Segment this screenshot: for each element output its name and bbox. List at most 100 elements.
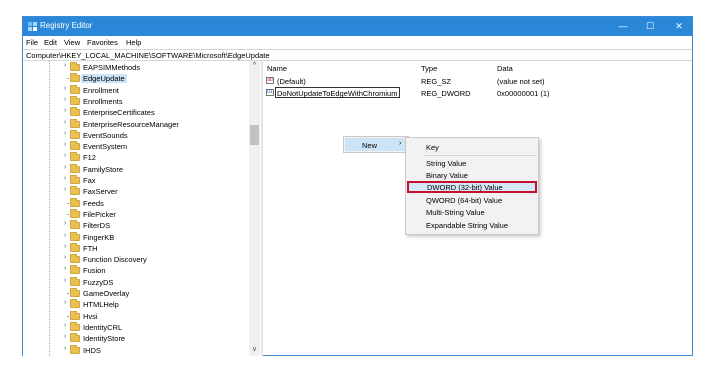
expand-chevron-icon[interactable]: › bbox=[64, 254, 66, 261]
address-bar[interactable]: Computer\HKEY_LOCAL_MACHINE\SOFTWARE\Mic… bbox=[23, 49, 692, 61]
submenu-item-label: Binary Value bbox=[426, 171, 468, 180]
expand-chevron-icon[interactable]: › bbox=[64, 152, 66, 159]
submenu-item-dword-value[interactable]: DWORD (32-bit) Value bbox=[407, 181, 537, 193]
tree-item[interactable]: › HTMLHelp bbox=[23, 299, 249, 310]
tree-item[interactable]: › EventSystem bbox=[23, 141, 249, 152]
tree-item[interactable]: › EnterpriseCertificates bbox=[23, 107, 249, 118]
scroll-up-icon[interactable]: ^ bbox=[249, 61, 260, 71]
tree-item[interactable]: › F12 bbox=[23, 152, 249, 163]
folder-icon bbox=[70, 107, 80, 117]
address-path[interactable]: Computer\HKEY_LOCAL_MACHINE\SOFTWARE\Mic… bbox=[26, 51, 270, 60]
submenu-item-label: QWORD (64-bit) Value bbox=[426, 196, 503, 205]
tree-item[interactable]: › FaxServer bbox=[23, 186, 249, 197]
folder-icon bbox=[70, 186, 80, 196]
submenu-item-string-value[interactable]: String Value bbox=[406, 157, 538, 169]
expand-chevron-icon[interactable]: › bbox=[64, 232, 66, 239]
tree-item-label: EnterpriseCertificates bbox=[83, 108, 155, 118]
maximize-button[interactable]: ☐ bbox=[643, 20, 657, 32]
folder-icon bbox=[70, 276, 80, 286]
folder-icon bbox=[70, 288, 80, 297]
minimize-button[interactable]: — bbox=[616, 20, 630, 32]
folder-icon bbox=[70, 197, 80, 207]
expand-chevron-icon[interactable]: › bbox=[64, 186, 66, 193]
tree-item[interactable]: › IdentityStore bbox=[23, 333, 249, 344]
tree-item[interactable]: › EventSounds bbox=[23, 129, 249, 141]
menu-favorites[interactable]: Favorites bbox=[87, 38, 118, 47]
expand-chevron-icon[interactable]: › bbox=[64, 265, 66, 272]
menu-help[interactable]: Help bbox=[126, 38, 141, 47]
folder-icon bbox=[70, 129, 80, 139]
tree-item[interactable]: › IHDS bbox=[23, 344, 249, 356]
folder-icon bbox=[70, 141, 80, 151]
expand-chevron-icon[interactable]: › bbox=[64, 107, 66, 114]
scroll-down-icon[interactable]: v bbox=[249, 345, 260, 355]
value-row[interactable]: ab (Default) REG_SZ (value not set) bbox=[264, 75, 694, 87]
registry-editor-window: Registry Editor — ☐ ✕ File Edit View Fav… bbox=[22, 16, 693, 356]
menu-edit[interactable]: Edit bbox=[44, 38, 57, 47]
folder-icon bbox=[70, 344, 80, 354]
column-header-type[interactable]: Type bbox=[421, 64, 437, 73]
tree-item[interactable]: › FTH bbox=[23, 242, 249, 254]
expand-chevron-icon[interactable]: › bbox=[64, 220, 66, 227]
value-data: 0x00000001 (1) bbox=[497, 89, 550, 98]
title-bar[interactable]: Registry Editor — ☐ ✕ bbox=[23, 17, 692, 36]
folder-icon bbox=[70, 62, 80, 71]
tree-item[interactable]: Hvsi bbox=[23, 310, 249, 322]
submenu-item-label: Multi-String Value bbox=[426, 208, 485, 217]
column-header-name[interactable]: Name bbox=[267, 64, 287, 73]
tree-item[interactable]: › Fax bbox=[23, 175, 249, 186]
tree-item[interactable]: EdgeUpdate bbox=[23, 73, 249, 84]
expand-chevron-icon[interactable]: › bbox=[64, 299, 66, 306]
close-button[interactable]: ✕ bbox=[672, 20, 686, 32]
scroll-thumb[interactable] bbox=[250, 125, 259, 145]
tree-item[interactable]: › IdentityCRL bbox=[23, 321, 249, 333]
tree-item-label: EventSounds bbox=[83, 130, 128, 140]
tree-item[interactable]: › FamilyStore bbox=[23, 163, 249, 175]
column-header-data[interactable]: Data bbox=[497, 64, 513, 73]
tree-item[interactable]: › EAPSIMMethods bbox=[23, 62, 249, 73]
tree-item-label: HTMLHelp bbox=[83, 300, 119, 310]
expand-chevron-icon[interactable]: › bbox=[64, 130, 66, 137]
expand-chevron-icon[interactable]: › bbox=[64, 119, 66, 126]
expand-chevron-icon[interactable]: › bbox=[64, 322, 66, 329]
submenu-item-binary-value[interactable]: Binary Value bbox=[406, 169, 538, 181]
tree-item[interactable]: › FuzzyDS bbox=[23, 276, 249, 288]
submenu-item-multi-string-value[interactable]: Multi-String Value bbox=[406, 206, 538, 218]
expand-chevron-icon[interactable]: › bbox=[64, 141, 66, 148]
menu-view[interactable]: View bbox=[64, 38, 80, 47]
tree-item[interactable]: › Enrollment bbox=[23, 84, 249, 96]
tree-item[interactable]: Feeds bbox=[23, 197, 249, 209]
context-menu-new-label[interactable]: New bbox=[362, 141, 377, 150]
expand-chevron-icon[interactable]: › bbox=[64, 164, 66, 171]
submenu-item-label: Key bbox=[426, 143, 439, 152]
expand-chevron-icon[interactable]: › bbox=[64, 277, 66, 284]
value-row[interactable]: 01 DoNotUpdateToEdgeWithChromium REG_DWO… bbox=[264, 87, 694, 99]
key-tree-pane[interactable]: › EAPSIMMethods EdgeUpdate › Enrollment › Enro… bbox=[23, 61, 261, 356]
tree-item[interactable]: › Fusion bbox=[23, 265, 249, 276]
folder-icon bbox=[70, 84, 80, 94]
expand-chevron-icon[interactable]: › bbox=[64, 243, 66, 250]
tree-item[interactable]: › EnterpriseResourceManager bbox=[23, 118, 249, 130]
tree-item[interactable]: FilePicker bbox=[23, 208, 249, 220]
tree-item[interactable]: GameOverlay bbox=[23, 288, 249, 299]
tree-item[interactable]: › FilterDS bbox=[23, 220, 249, 231]
tree-item[interactable]: › FingerKB bbox=[23, 231, 249, 243]
tree-item[interactable]: › Enrollments bbox=[23, 95, 249, 107]
expand-chevron-icon[interactable]: › bbox=[64, 85, 66, 92]
tree-item-label: Enrollments bbox=[83, 96, 123, 106]
submenu-item-key[interactable]: Key bbox=[406, 141, 538, 153]
expand-chevron-icon[interactable]: › bbox=[64, 345, 66, 352]
tree-scrollbar[interactable]: ^ v bbox=[249, 61, 260, 356]
rename-value-input[interactable]: DoNotUpdateToEdgeWithChromium bbox=[275, 87, 400, 98]
expand-chevron-icon[interactable]: › bbox=[64, 175, 66, 182]
submenu-item-expandable-string-value[interactable]: Expandable String Value bbox=[406, 219, 538, 231]
pane-splitter[interactable] bbox=[261, 61, 263, 356]
expand-chevron-icon[interactable]: › bbox=[64, 333, 66, 340]
submenu-item-qword-value[interactable]: QWORD (64-bit) Value bbox=[406, 194, 538, 206]
menu-file[interactable]: File bbox=[26, 38, 38, 47]
tree-item-label: Function Discovery bbox=[83, 255, 147, 265]
tree-item-label: Fusion bbox=[83, 266, 106, 276]
expand-chevron-icon[interactable]: › bbox=[64, 62, 66, 69]
tree-item[interactable]: › Function Discovery bbox=[23, 254, 249, 265]
expand-chevron-icon[interactable]: › bbox=[64, 96, 66, 103]
